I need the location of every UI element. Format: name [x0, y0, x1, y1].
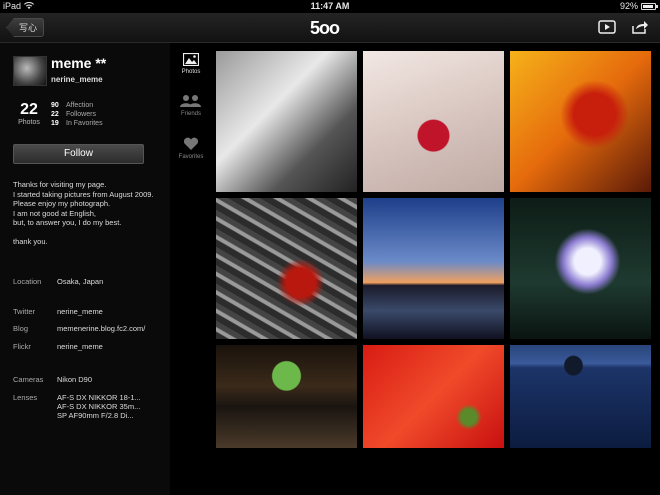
- photo-autumn-maple-leaves[interactable]: [510, 51, 651, 192]
- flickr-label: Flickr: [13, 342, 31, 351]
- location-label: Location: [13, 277, 42, 286]
- photos-count-number: 22: [20, 101, 38, 118]
- bio-line: Thanks for visiting my page.: [13, 180, 107, 189]
- photo-water-lily[interactable]: [510, 198, 651, 339]
- location-value: Osaka, Japan: [57, 277, 104, 286]
- stat-favorites: 19 In Favorites: [51, 119, 103, 128]
- clock: 11:47 AM: [310, 1, 350, 11]
- stat-followers: 22 Followers: [51, 110, 103, 119]
- photos-count-label: Photos: [18, 119, 40, 126]
- lenses-label: Lenses: [13, 393, 38, 402]
- status-bar: iPad 11:47 AM 92%: [0, 0, 660, 13]
- tab-label: Friends: [180, 111, 201, 117]
- twitter-label: Twitter: [13, 307, 36, 316]
- photo-camera-portrait[interactable]: [216, 51, 357, 192]
- stat-number: 22: [51, 111, 59, 118]
- bio-line: thank you.: [13, 237, 48, 246]
- lens-item: AF-S DX NIKKOR 35m...: [57, 402, 141, 411]
- bio-line: I started taking pictures from August 20…: [13, 189, 154, 199]
- stat-label: Affection: [66, 102, 94, 109]
- bio-line: Please enjoy my photograph.: [13, 199, 111, 208]
- tab-favorites[interactable]: Favorites: [170, 137, 212, 160]
- photo-red-heart-pendant[interactable]: [363, 51, 504, 192]
- cameras-label: Cameras: [13, 375, 44, 384]
- photo-river-sunset[interactable]: [363, 198, 504, 339]
- avatar: [13, 56, 47, 86]
- blog-label: Blog: [13, 324, 29, 333]
- cameras-value: Nikon D90: [57, 375, 93, 384]
- twitter-link[interactable]: nerine_meme: [57, 307, 103, 316]
- app-logo: 5oo: [310, 18, 340, 38]
- lens-item: SP AF90mm F/2.8 Di...: [57, 411, 134, 420]
- tab-friends[interactable]: Friends: [170, 94, 212, 117]
- navigation-bar: 写心 5oo: [0, 13, 660, 43]
- photo-japanese-garden-view[interactable]: [216, 345, 357, 448]
- photos-count: 22 Photos: [13, 101, 45, 126]
- share-icon[interactable]: [631, 20, 649, 34]
- profile-stats: 90 Affection 22 Followers 19 In Favorites: [51, 101, 103, 128]
- photo-lake-island[interactable]: [510, 345, 651, 448]
- battery-icon: [641, 2, 658, 10]
- stat-label: Followers: [66, 111, 96, 118]
- profile-tabs: Photos Friends Favorites: [170, 43, 212, 495]
- flickr-link[interactable]: nerine_meme: [57, 342, 103, 351]
- bio-line: but, to answer you, I do my best.: [13, 218, 122, 227]
- stat-number: 90: [51, 102, 59, 109]
- slideshow-play-icon[interactable]: [598, 20, 616, 34]
- heart-icon: [183, 137, 199, 150]
- photo-icon: [183, 53, 199, 66]
- stat-number: 19: [51, 120, 59, 127]
- blog-link[interactable]: memenerine.blog.fc2.com/: [57, 324, 145, 333]
- bio-line: I am not good at English,: [13, 208, 96, 218]
- lens-item: AF-S DX NIKKOR 18-1...: [57, 393, 141, 402]
- tab-label: Photos: [181, 69, 201, 75]
- battery-percent: 92%: [619, 1, 638, 11]
- photo-red-autumn-blur[interactable]: [363, 345, 504, 448]
- profile-name: meme **: [51, 55, 107, 71]
- tab-photos[interactable]: Photos: [170, 53, 212, 75]
- follow-button[interactable]: Follow: [13, 144, 144, 164]
- tab-label: Favorites: [178, 154, 204, 160]
- back-button[interactable]: 写心: [6, 18, 45, 37]
- stat-label: In Favorites: [66, 120, 103, 127]
- lenses-list: AF-S DX NIKKOR 18-1... AF-S DX NIKKOR 35…: [57, 393, 141, 420]
- bio-line: [13, 228, 163, 238]
- people-icon: [180, 95, 201, 107]
- profile-username: nerine_meme: [51, 75, 103, 84]
- photo-maple-leaf-on-water[interactable]: [216, 198, 357, 339]
- stat-affection: 90 Affection: [51, 101, 103, 110]
- profile-bio: Thanks for visiting my page. I started t…: [13, 180, 163, 247]
